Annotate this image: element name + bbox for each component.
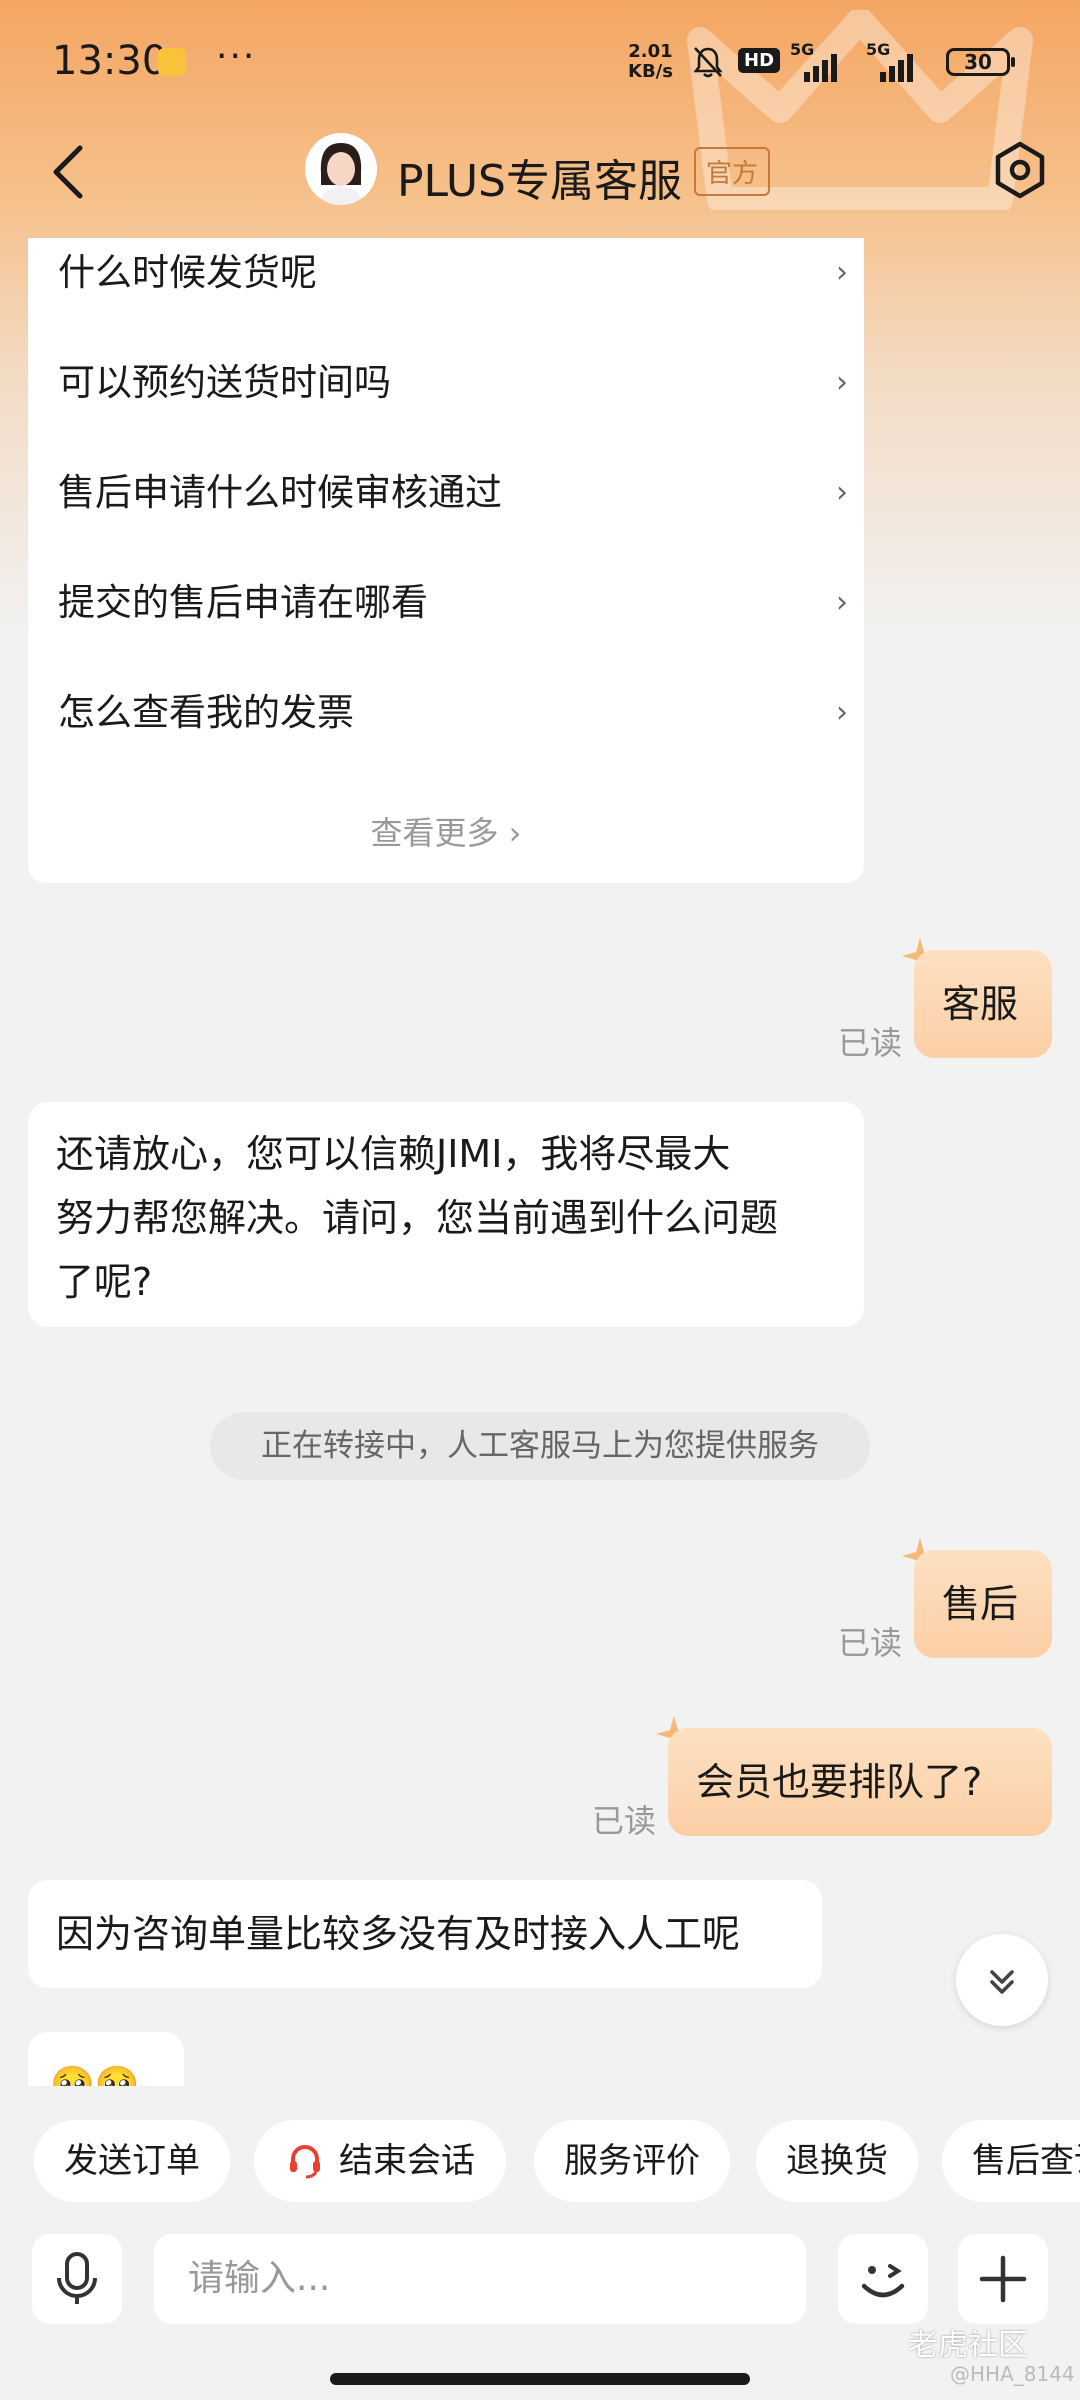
- faq-item[interactable]: 怎么查看我的发票 ›: [58, 678, 848, 748]
- official-badge: 官方: [694, 147, 771, 196]
- incoming-message[interactable]: 因为咨询单量比较多没有及时接入人工呢: [28, 1880, 822, 1988]
- chevron-right-icon: ›: [836, 475, 848, 510]
- signal-strength-icon-2: 5G: [866, 40, 926, 82]
- more-notifications-icon: ···: [216, 36, 257, 77]
- outgoing-message[interactable]: 会员也要排队了?: [668, 1728, 1052, 1836]
- status-time: 13:30: [52, 38, 168, 84]
- more-options-button[interactable]: [958, 2234, 1048, 2324]
- end-chat-button[interactable]: 结束会话: [254, 2120, 506, 2202]
- mute-bell-icon: [693, 47, 723, 78]
- settings-gear-icon[interactable]: [990, 140, 1050, 200]
- status-bar: 13:30 ··· 2.01 KB/s HD 5G 5G 30: [0, 0, 1080, 130]
- after-sales-query-button[interactable]: 售后查询: [942, 2120, 1080, 2202]
- voice-input-button[interactable]: [32, 2234, 122, 2324]
- back-chevron-icon[interactable]: [48, 142, 88, 202]
- agent-avatar[interactable]: [305, 133, 377, 205]
- scroll-to-bottom-button[interactable]: [956, 1934, 1048, 2026]
- wink-face-icon: [861, 2264, 905, 2298]
- emoji-button[interactable]: [838, 2234, 928, 2324]
- watermark-logo: 老虎社区: [908, 2328, 1028, 2363]
- read-receipt: 已读: [592, 1802, 657, 1840]
- faq-item[interactable]: 可以预约送货时间吗 ›: [58, 348, 848, 418]
- return-exchange-button[interactable]: 退换货: [756, 2120, 918, 2202]
- double-chevron-down-icon: [990, 1970, 1014, 1994]
- chevron-right-icon: ›: [836, 695, 848, 730]
- chevron-right-icon: ›: [836, 365, 848, 400]
- home-indicator[interactable]: [330, 2373, 750, 2385]
- faq-item[interactable]: 什么时候发货呢 ›: [58, 238, 848, 308]
- outgoing-message[interactable]: 售后: [914, 1550, 1052, 1658]
- chat-title: PLUS专属客服: [397, 156, 682, 207]
- battery-indicator: 30: [946, 48, 1015, 76]
- read-receipt: 已读: [838, 1624, 903, 1662]
- incoming-message-clip: 🥺🥺: [28, 2032, 184, 2086]
- service-rating-button[interactable]: 服务评价: [534, 2120, 730, 2202]
- faq-item[interactable]: 提交的售后申请在哪看 ›: [58, 568, 848, 638]
- chevron-right-icon: ›: [836, 585, 848, 620]
- send-order-button[interactable]: 发送订单: [34, 2120, 230, 2202]
- hd-voice-badge: HD: [738, 48, 781, 73]
- read-receipt: 已读: [838, 1024, 903, 1062]
- see-more-link[interactable]: 查看更多 ›: [28, 808, 864, 854]
- outgoing-message[interactable]: 客服: [914, 950, 1052, 1058]
- faq-item[interactable]: 售后申请什么时候审核通过 ›: [58, 458, 848, 528]
- incoming-message[interactable]: 还请放心，您可以信赖JIMI，我将尽最大 努力帮您解决。请问，您当前遇到什么问题…: [28, 1102, 864, 1327]
- signal-strength-icon: 5G: [790, 40, 850, 82]
- system-transfer-notice: 正在转接中，人工客服马上为您提供服务: [210, 1412, 870, 1480]
- incoming-emoji-message[interactable]: 🥺🥺: [28, 2032, 184, 2086]
- quick-actions-bar: 发送订单 结束会话 服务评价 退换货 售后查询: [0, 2120, 1080, 2204]
- notification-icon: [158, 48, 186, 76]
- chevron-right-icon: ›: [836, 255, 848, 290]
- headset-icon: [290, 2144, 320, 2178]
- watermark-handle: @HHA_8144: [950, 2362, 1075, 2386]
- network-speed: 2.01 KB/s: [628, 41, 673, 82]
- faq-card: 什么时候发货呢 › 可以预约送货时间吗 › 售后申请什么时候审核通过 › 提交的售后申…: [28, 238, 864, 883]
- microphone-icon: [57, 2252, 97, 2304]
- plus-icon: [979, 2255, 1027, 2303]
- message-input[interactable]: 请输入...: [154, 2234, 806, 2324]
